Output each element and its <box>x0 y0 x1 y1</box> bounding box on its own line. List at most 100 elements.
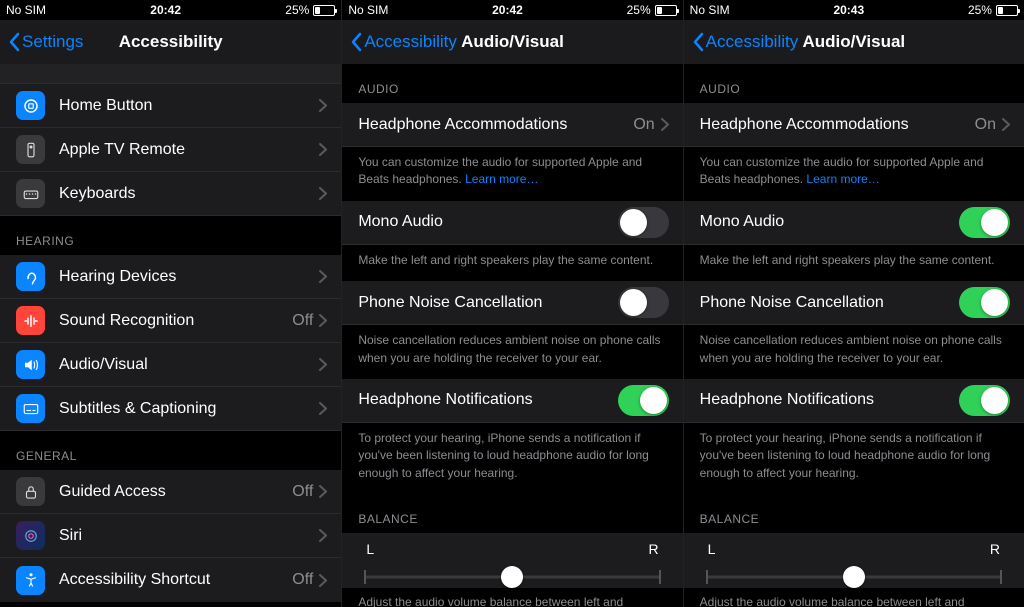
settings-row-siri[interactable]: Siri <box>0 514 341 558</box>
row-value: On <box>633 116 654 134</box>
settings-row-home-button[interactable]: Home Button <box>0 84 341 128</box>
row-label: Subtitles & Captioning <box>59 400 319 418</box>
row-phone-noise-cancellation: Phone Noise Cancellation <box>342 281 682 325</box>
siri-icon <box>16 521 45 550</box>
settings-row-keyboards[interactable]: Keyboards <box>0 172 341 216</box>
settings-row-subtitles-captioning[interactable]: Subtitles & Captioning <box>0 387 341 431</box>
learn-more-link[interactable]: Learn more… <box>806 172 879 186</box>
phone-noise-cancellation-toggle[interactable] <box>618 287 669 318</box>
row-label: Headphone Notifications <box>358 391 617 409</box>
nav-bar: Accessibility Audio/Visual <box>684 20 1024 64</box>
settings-row-apple-tv-remote[interactable]: Apple TV Remote <box>0 128 341 172</box>
chevron-right-icon <box>319 358 327 371</box>
row-label: Phone Noise Cancellation <box>358 294 617 312</box>
clock-text: 20:42 <box>150 3 181 17</box>
row-label: Siri <box>59 527 319 545</box>
accessibility-pane: No SIM 20:42 25% Settings Accessibility … <box>0 0 341 607</box>
battery-icon <box>313 5 335 16</box>
status-bar: No SIM 20:42 25% <box>342 0 682 20</box>
chevron-right-icon <box>319 529 327 542</box>
accessibility-icon <box>16 566 45 595</box>
row-value: Off <box>292 483 313 501</box>
footer-balance-truncated: Adjust the audio volume balance between … <box>342 588 682 607</box>
group-header-audio: AUDIO <box>684 64 1024 103</box>
settings-row-sound-recognition[interactable]: Sound Recognition Off <box>0 299 341 343</box>
group-header-balance: BALANCE <box>342 494 682 533</box>
back-button[interactable]: Accessibility <box>692 32 799 52</box>
back-label: Settings <box>22 32 83 52</box>
carrier-text: No SIM <box>348 3 388 17</box>
home-icon <box>16 91 45 120</box>
row-label: Mono Audio <box>700 213 959 231</box>
battery-icon <box>655 5 677 16</box>
row-label: Keyboards <box>59 185 319 203</box>
chevron-right-icon <box>319 485 327 498</box>
row-headphone-accommodations[interactable]: Headphone Accommodations On <box>684 103 1024 147</box>
group-header-general: GENERAL <box>0 431 341 470</box>
ear-icon <box>16 262 45 291</box>
chevron-left-icon <box>692 32 704 52</box>
partial-row <box>0 64 341 84</box>
row-label: Sound Recognition <box>59 312 292 330</box>
speaker-icon <box>16 350 45 379</box>
audio-visual-pane: No SIM 20:43 25% Accessibility Audio/Vis… <box>683 0 1024 607</box>
sound-wave-icon <box>16 306 45 335</box>
row-headphone-accommodations[interactable]: Headphone Accommodations On <box>342 103 682 147</box>
row-label: Mono Audio <box>358 213 617 231</box>
footer-balance-truncated: Adjust the audio volume balance between … <box>684 588 1024 607</box>
row-value: Off <box>292 312 313 330</box>
row-headphone-notifications: Headphone Notifications <box>684 379 1024 423</box>
balance-slider[interactable] <box>364 566 660 588</box>
phone-noise-cancellation-toggle[interactable] <box>959 287 1010 318</box>
row-value: On <box>975 116 996 134</box>
settings-row-guided-access[interactable]: Guided Access Off <box>0 470 341 514</box>
group-header-balance: BALANCE <box>684 494 1024 533</box>
back-label: Accessibility <box>364 32 457 52</box>
mono-audio-toggle[interactable] <box>618 207 669 238</box>
carrier-text: No SIM <box>6 3 46 17</box>
headphone-notifications-toggle[interactable] <box>959 385 1010 416</box>
balance-left-label: L <box>708 541 716 557</box>
clock-text: 20:43 <box>833 3 864 17</box>
row-label: Guided Access <box>59 483 292 501</box>
row-label: Headphone Accommodations <box>700 116 975 134</box>
carrier-text: No SIM <box>690 3 730 17</box>
footer-mono-audio: Make the left and right speakers play th… <box>342 245 682 281</box>
mono-audio-toggle[interactable] <box>959 207 1010 238</box>
headphone-notifications-toggle[interactable] <box>618 385 669 416</box>
chevron-left-icon <box>8 32 20 52</box>
chevron-right-icon <box>319 143 327 156</box>
balance-slider[interactable] <box>706 566 1002 588</box>
row-label: Headphone Notifications <box>700 391 959 409</box>
settings-row-hearing-devices[interactable]: Hearing Devices <box>0 255 341 299</box>
footer-headphone-accom: You can customize the audio for supporte… <box>342 147 682 201</box>
row-label: Hearing Devices <box>59 268 319 286</box>
footer-hn: To protect your hearing, iPhone sends a … <box>684 423 1024 494</box>
row-value: Off <box>292 571 313 589</box>
captions-icon <box>16 394 45 423</box>
chevron-right-icon <box>319 314 327 327</box>
back-button[interactable]: Settings <box>8 32 83 52</box>
settings-row-audio-visual[interactable]: Audio/Visual <box>0 343 341 387</box>
row-label: Accessibility Shortcut <box>59 571 292 589</box>
remote-icon <box>16 135 45 164</box>
status-bar: No SIM 20:42 25% <box>0 0 341 20</box>
footer-mono-audio: Make the left and right speakers play th… <box>684 245 1024 281</box>
footer-pnc: Noise cancellation reduces ambient noise… <box>342 325 682 379</box>
row-label: Apple TV Remote <box>59 141 319 159</box>
clock-text: 20:42 <box>492 3 523 17</box>
balance-right-label: R <box>990 541 1000 557</box>
back-button[interactable]: Accessibility <box>350 32 457 52</box>
chevron-right-icon <box>319 402 327 415</box>
row-label: Phone Noise Cancellation <box>700 294 959 312</box>
row-label: Audio/Visual <box>59 356 319 374</box>
settings-row-accessibility-shortcut[interactable]: Accessibility Shortcut Off <box>0 558 341 602</box>
back-label: Accessibility <box>706 32 799 52</box>
keyboard-icon <box>16 179 45 208</box>
learn-more-link[interactable]: Learn more… <box>465 172 538 186</box>
chevron-right-icon <box>661 118 669 131</box>
footer-hn: To protect your hearing, iPhone sends a … <box>342 423 682 494</box>
battery-pct: 25% <box>627 3 651 17</box>
chevron-right-icon <box>319 574 327 587</box>
row-headphone-notifications: Headphone Notifications <box>342 379 682 423</box>
